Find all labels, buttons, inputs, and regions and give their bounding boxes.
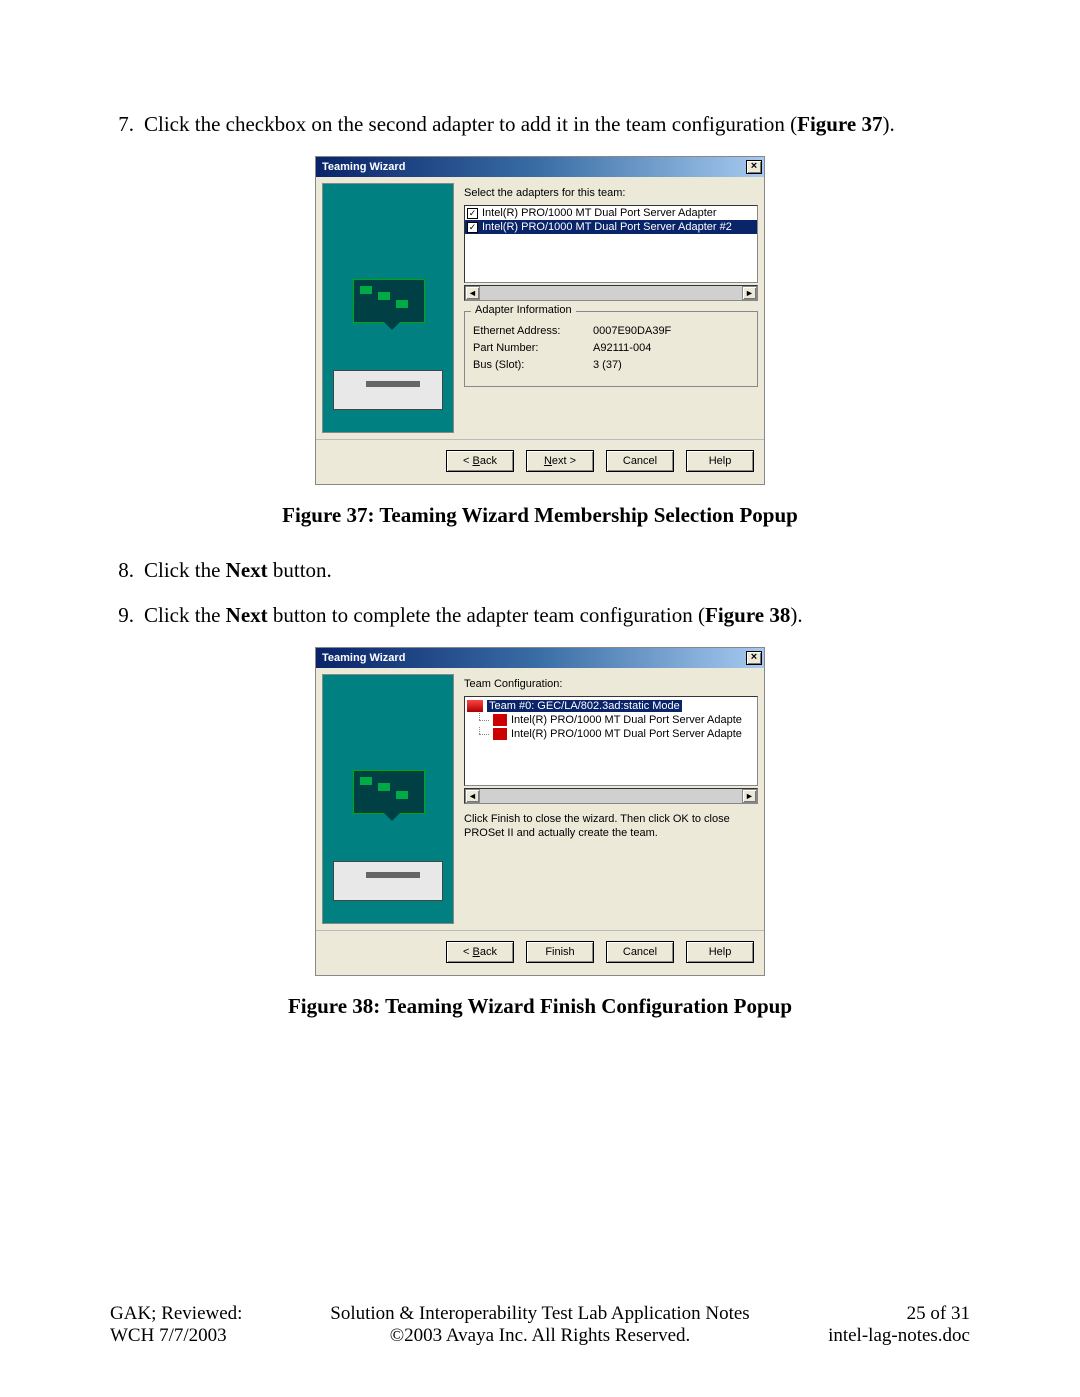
adapter-info-group: Adapter Information Ethernet Address: 00… [464,311,758,387]
scroll-right-icon[interactable]: ► [742,286,757,300]
adapter-label: Intel(R) PRO/1000 MT Dual Port Server Ad… [482,207,717,219]
checkbox-icon[interactable] [467,222,478,233]
wizard-graphic [322,674,454,924]
button-bar: < Back Next > Cancel Help [316,439,764,484]
back-button[interactable]: < Back [446,941,514,963]
info-key: Ethernet Address: [473,325,593,337]
close-icon[interactable]: × [746,160,762,174]
help-button[interactable]: Help [686,941,754,963]
wizard-graphic [322,183,454,433]
title-bar: Teaming Wizard × [316,648,764,668]
step-9: 9. Click the Next button to complete the… [110,601,970,629]
step-text-pre: Click the [144,558,226,582]
tree-label: Intel(R) PRO/1000 MT Dual Port Server Ad… [511,728,742,740]
scroll-right-icon[interactable]: ► [742,789,757,803]
teaming-wizard-dialog-2: Teaming Wizard × Team Configuration: Tea… [315,647,765,976]
footer-center: Solution & Interoperability Test Lab App… [310,1303,770,1347]
step-number: 8. [110,556,144,584]
team-tree[interactable]: Team #0: GEC/LA/802.3ad:static Mode Inte… [464,696,758,786]
footer-left: GAK; Reviewed: WCH 7/7/2003 [110,1303,310,1347]
step-text-post: ). [882,112,894,136]
info-key: Part Number: [473,342,593,354]
list-item[interactable]: Intel(R) PRO/1000 MT Dual Port Server Ad… [465,220,757,234]
close-icon[interactable]: × [746,651,762,665]
step-number: 7. [110,110,144,138]
scroll-track[interactable] [480,789,742,803]
step-text: Click the Next button to complete the ad… [144,601,970,629]
step-text-pre: Click the [144,603,226,627]
footer-date: WCH 7/7/2003 [110,1325,310,1347]
help-button[interactable]: Help [686,450,754,472]
step-text-pre: Click the checkbox on the second adapter… [144,112,797,136]
next-button[interactable]: Next > [526,450,594,472]
step-text-post: ). [790,603,802,627]
info-value: 0007E90DA39F [593,325,749,337]
window-title: Teaming Wizard [322,161,405,173]
scroll-track[interactable] [480,286,742,300]
tree-child[interactable]: Intel(R) PRO/1000 MT Dual Port Server Ad… [467,727,755,741]
adapter-icon [493,728,507,740]
adapter-icon [493,714,507,726]
tree-child[interactable]: Intel(R) PRO/1000 MT Dual Port Server Ad… [467,713,755,727]
figure-38: Teaming Wizard × Team Configuration: Tea… [110,647,970,1019]
step-text-post: button. [268,558,332,582]
footer-right: 25 of 31 intel-lag-notes.doc [770,1303,970,1347]
step-text-mid: button to complete the adapter team conf… [268,603,705,627]
figure-caption: Figure 38: Teaming Wizard Finish Configu… [110,994,970,1019]
list-item[interactable]: Intel(R) PRO/1000 MT Dual Port Server Ad… [465,206,757,220]
scroll-left-icon[interactable]: ◄ [465,286,480,300]
step-8: 8. Click the Next button. [110,556,970,584]
button-ref: Next [226,558,268,582]
team-icon [467,700,483,712]
back-button[interactable]: < Back [446,450,514,472]
checkbox-icon[interactable] [467,208,478,219]
tree-label: Team #0: GEC/LA/802.3ad:static Mode [487,700,682,712]
figure-caption: Figure 37: Teaming Wizard Membership Sel… [110,503,970,528]
footer-filename: intel-lag-notes.doc [770,1325,970,1347]
step-text: Click the Next button. [144,556,970,584]
cancel-button[interactable]: Cancel [606,450,674,472]
prompt-label: Team Configuration: [464,678,758,690]
tree-root[interactable]: Team #0: GEC/LA/802.3ad:static Mode [467,699,755,713]
tree-label: Intel(R) PRO/1000 MT Dual Port Server Ad… [511,714,742,726]
figure-37: Teaming Wizard × Select the adapters for… [110,156,970,528]
helper-text: Click Finish to close the wizard. Then c… [464,812,758,841]
adapter-listbox[interactable]: Intel(R) PRO/1000 MT Dual Port Server Ad… [464,205,758,283]
figure-ref: Figure 38 [705,603,790,627]
footer-reviewer: GAK; Reviewed: [110,1303,310,1325]
adapter-label: Intel(R) PRO/1000 MT Dual Port Server Ad… [482,221,732,233]
finish-button[interactable]: Finish [526,941,594,963]
footer-title: Solution & Interoperability Test Lab App… [310,1303,770,1325]
window-title: Teaming Wizard [322,652,405,664]
info-row: Bus (Slot): 3 (37) [473,359,749,371]
step-text: Click the checkbox on the second adapter… [144,110,970,138]
info-value: A92111-004 [593,342,749,354]
groupbox-legend: Adapter Information [471,304,576,316]
teaming-wizard-dialog-1: Teaming Wizard × Select the adapters for… [315,156,765,485]
button-ref: Next [226,603,268,627]
title-bar: Teaming Wizard × [316,157,764,177]
footer-copyright: ©2003 Avaya Inc. All Rights Reserved. [310,1325,770,1347]
info-key: Bus (Slot): [473,359,593,371]
prompt-label: Select the adapters for this team: [464,187,758,199]
button-bar: < Back Finish Cancel Help [316,930,764,975]
cancel-button[interactable]: Cancel [606,941,674,963]
horizontal-scrollbar[interactable]: ◄ ► [464,285,758,301]
info-value: 3 (37) [593,359,749,371]
scroll-left-icon[interactable]: ◄ [465,789,480,803]
step-7: 7. Click the checkbox on the second adap… [110,110,970,138]
horizontal-scrollbar[interactable]: ◄ ► [464,788,758,804]
step-number: 9. [110,601,144,629]
info-row: Ethernet Address: 0007E90DA39F [473,325,749,337]
info-row: Part Number: A92111-004 [473,342,749,354]
footer-page: 25 of 31 [770,1303,970,1325]
page-footer: GAK; Reviewed: WCH 7/7/2003 Solution & I… [110,1303,970,1347]
figure-ref: Figure 37 [797,112,882,136]
